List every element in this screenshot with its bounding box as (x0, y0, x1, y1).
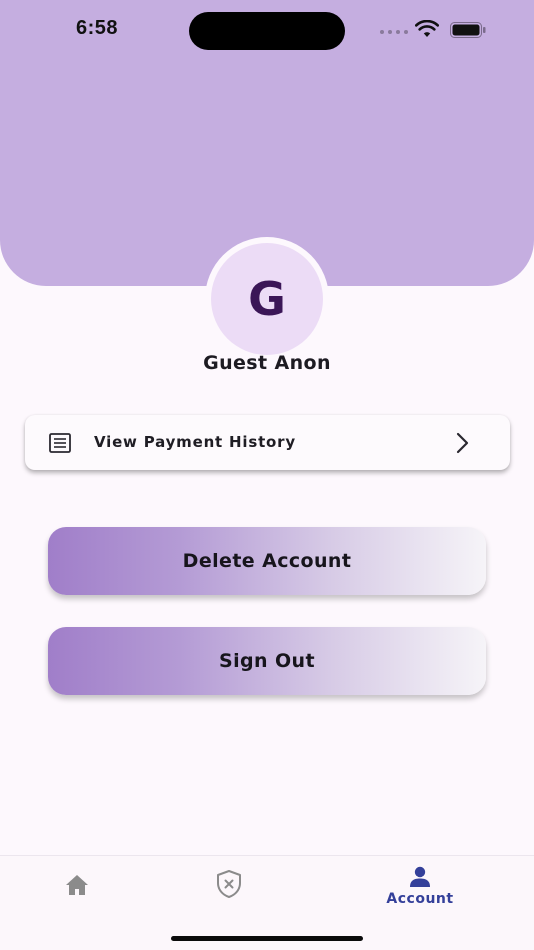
tab-account-label: Account (386, 891, 454, 907)
receipt-list-icon (49, 433, 71, 453)
payment-history-label: View Payment History (94, 433, 296, 451)
dynamic-island (189, 12, 345, 50)
battery-icon (450, 22, 486, 38)
tab-account[interactable]: Account (372, 856, 468, 926)
signal-dots-icon (380, 30, 408, 34)
sign-out-button[interactable]: Sign Out (48, 627, 486, 695)
home-icon (66, 875, 88, 895)
account-screen: 6:58 G Guest Anon View Payment History D… (0, 0, 534, 950)
status-time: 6:58 (76, 17, 119, 39)
view-payment-history-row[interactable]: View Payment History (25, 415, 510, 470)
avatar: G (211, 243, 323, 355)
shield-x-icon (217, 870, 241, 898)
delete-account-button[interactable]: Delete Account (48, 527, 486, 595)
chevron-right-icon (456, 432, 469, 454)
tab-security[interactable] (190, 856, 266, 926)
person-icon (410, 866, 430, 887)
tab-home[interactable] (40, 856, 116, 926)
user-name: Guest Anon (203, 352, 331, 374)
home-indicator (171, 936, 363, 941)
wifi-icon (415, 20, 439, 37)
